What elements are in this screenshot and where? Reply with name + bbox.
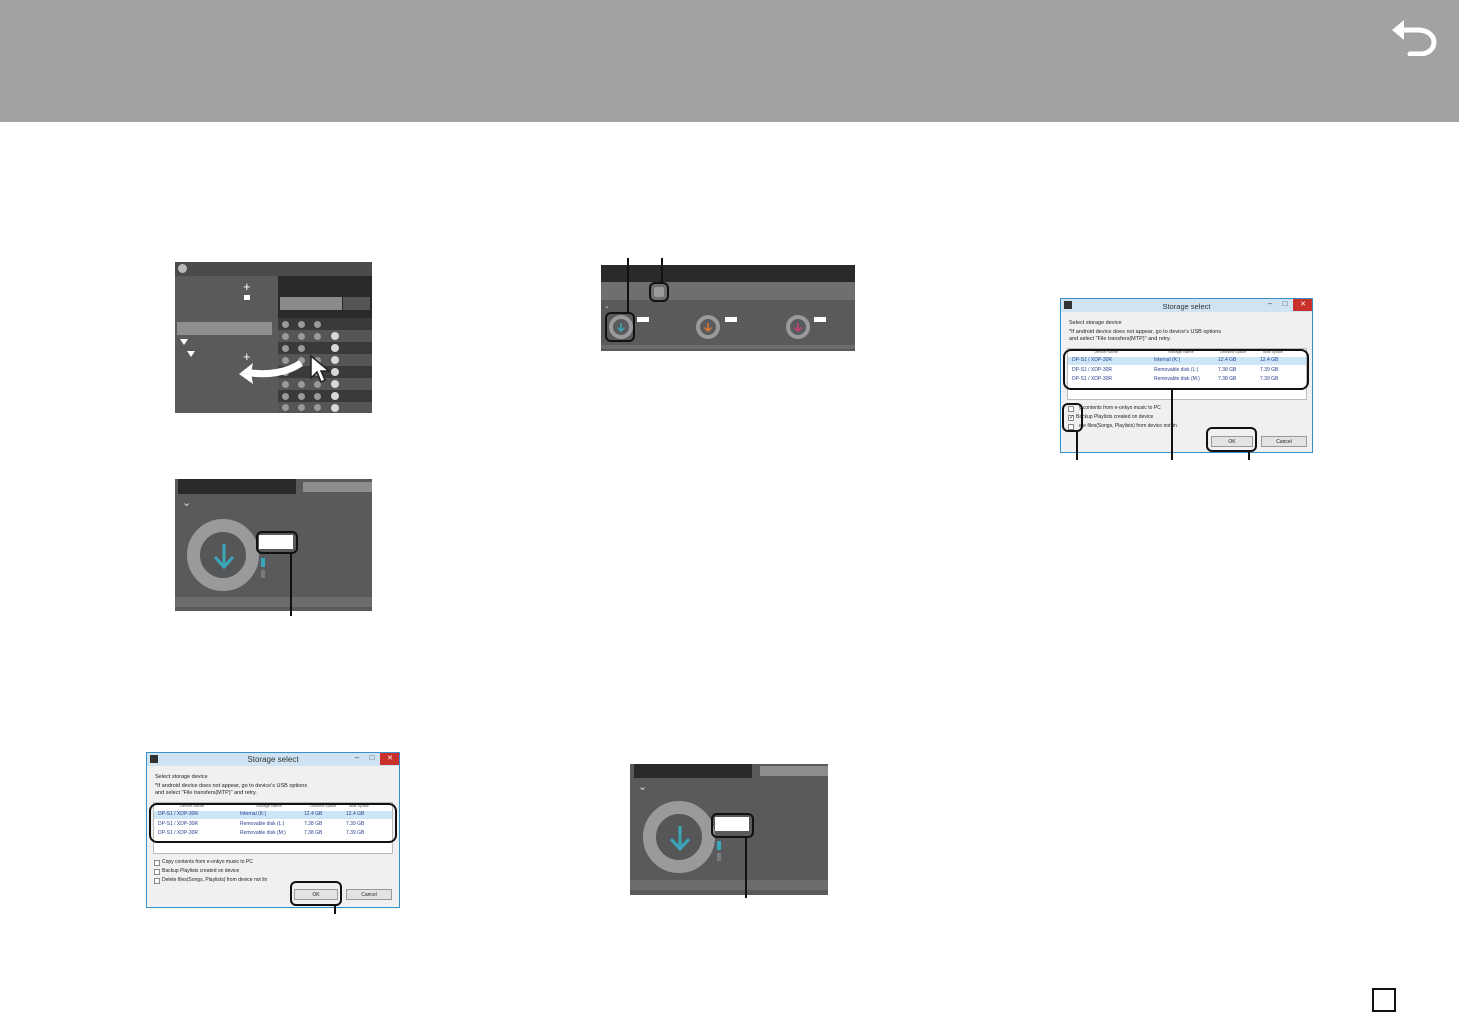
track-row[interactable] xyxy=(278,402,372,413)
chevron-down-icon[interactable]: ⌄ xyxy=(182,498,191,509)
chevron-down-icon[interactable]: ⌄ xyxy=(604,303,610,310)
library-screenshot: + + xyxy=(175,262,372,413)
dialog-note-line2: and select "File transfers(MTP)" and ret… xyxy=(1069,336,1171,342)
horizontal-scrollbar[interactable] xyxy=(601,345,855,349)
callout-leader xyxy=(627,258,629,313)
devices-bar-screenshot: ⌄ xyxy=(601,265,855,351)
callout-box xyxy=(711,813,754,838)
mouse-pointer-icon xyxy=(310,354,332,384)
callout-leader xyxy=(1076,432,1078,460)
horizontal-scrollbar[interactable] xyxy=(630,880,828,890)
callout-box xyxy=(290,881,342,906)
header-bar xyxy=(634,764,752,778)
scroll-track xyxy=(601,282,855,300)
capacity-label xyxy=(725,317,737,322)
capacity-bar-empty xyxy=(717,853,721,861)
backup-playlists-label: Backup Playlists created on device xyxy=(162,868,240,874)
expand-icon[interactable] xyxy=(180,339,188,345)
header-bar xyxy=(601,265,855,282)
callout-leader xyxy=(745,838,747,898)
callout-box xyxy=(1063,349,1309,390)
copy-contents-checkbox[interactable] xyxy=(154,860,160,866)
capacity-label xyxy=(814,317,826,322)
delete-files-label: Delete files(Songs, Playlists) from devi… xyxy=(162,877,268,883)
callout-box xyxy=(649,282,669,302)
expand-icon[interactable] xyxy=(187,351,195,357)
callout-box xyxy=(149,803,397,843)
backup-playlists-checkbox[interactable] xyxy=(154,869,160,875)
download-arrow-icon xyxy=(703,323,713,332)
close-button[interactable]: ✕ xyxy=(1293,299,1312,311)
top-banner xyxy=(0,0,1459,122)
download-button-pink[interactable] xyxy=(786,315,810,339)
backup-playlists-label: Backup Playlists created on device xyxy=(1076,414,1154,420)
callout-box xyxy=(256,531,298,554)
track-row[interactable] xyxy=(278,342,372,354)
callout-box xyxy=(1062,403,1083,432)
download-ring[interactable] xyxy=(643,801,715,873)
capacity-bar xyxy=(717,841,721,850)
close-button[interactable]: ✕ xyxy=(380,753,399,765)
plus-icon[interactable]: + xyxy=(243,280,251,293)
horizontal-scrollbar[interactable] xyxy=(175,597,372,607)
maximize-button[interactable]: □ xyxy=(365,753,379,765)
callout-box xyxy=(605,312,635,342)
download-arrow-icon xyxy=(793,323,803,332)
dialog-note-line1: *If android device does not appear, go t… xyxy=(155,783,308,789)
minimize-button[interactable]: – xyxy=(350,753,364,765)
minimize-button[interactable]: – xyxy=(1263,299,1277,311)
scroll-track xyxy=(303,482,372,492)
download-arrow-icon xyxy=(213,544,235,570)
page-indicator-box xyxy=(1372,988,1396,1012)
callout-leader xyxy=(661,258,663,284)
dialog-note-line1: *If android device does not appear, go t… xyxy=(1069,329,1222,335)
callout-leader xyxy=(290,554,292,616)
folder-icon xyxy=(244,295,250,300)
cancel-button[interactable]: Cancel xyxy=(346,889,392,900)
dialog-note-line2: and select "File transfers(MTP)" and ret… xyxy=(155,790,257,796)
delete-files-label: ete files(Songs, Playlists) from device … xyxy=(1079,423,1177,429)
selected-playlist-row[interactable] xyxy=(177,322,272,335)
capacity-bar xyxy=(261,558,265,567)
callout-leader xyxy=(1171,390,1173,460)
dialog-prompt: Select storage device xyxy=(1069,320,1122,326)
track-row[interactable] xyxy=(278,330,372,342)
callout-leader xyxy=(334,906,336,914)
title-strip xyxy=(175,262,372,276)
track-row[interactable] xyxy=(278,318,372,330)
maximize-button[interactable]: □ xyxy=(1278,299,1292,311)
header-bar xyxy=(178,479,296,494)
callout-box xyxy=(1206,427,1257,452)
search-button[interactable] xyxy=(343,297,370,310)
download-ring[interactable] xyxy=(187,519,259,591)
track-row[interactable] xyxy=(278,390,372,402)
copy-contents-label: Copy contents from e-onkyo music to PC xyxy=(162,859,253,865)
download-button-orange[interactable] xyxy=(696,315,720,339)
callout-leader xyxy=(1248,452,1250,460)
chevron-down-icon[interactable]: ⌄ xyxy=(638,782,647,793)
delete-files-checkbox[interactable] xyxy=(154,878,160,884)
cancel-button[interactable]: Cancel xyxy=(1261,436,1307,447)
dialog-prompt: Select storage device xyxy=(155,774,208,780)
scroll-track xyxy=(760,766,828,776)
capacity-label xyxy=(637,317,649,322)
download-arrow-icon xyxy=(669,826,691,852)
return-arrow-icon[interactable] xyxy=(1388,14,1440,57)
search-field[interactable] xyxy=(280,297,342,310)
app-logo-icon xyxy=(178,264,187,273)
drag-arrow-icon xyxy=(239,360,304,384)
copy-contents-label: y contents from e-onkyo music to PC xyxy=(1079,405,1161,411)
capacity-bar-empty xyxy=(261,570,265,578)
